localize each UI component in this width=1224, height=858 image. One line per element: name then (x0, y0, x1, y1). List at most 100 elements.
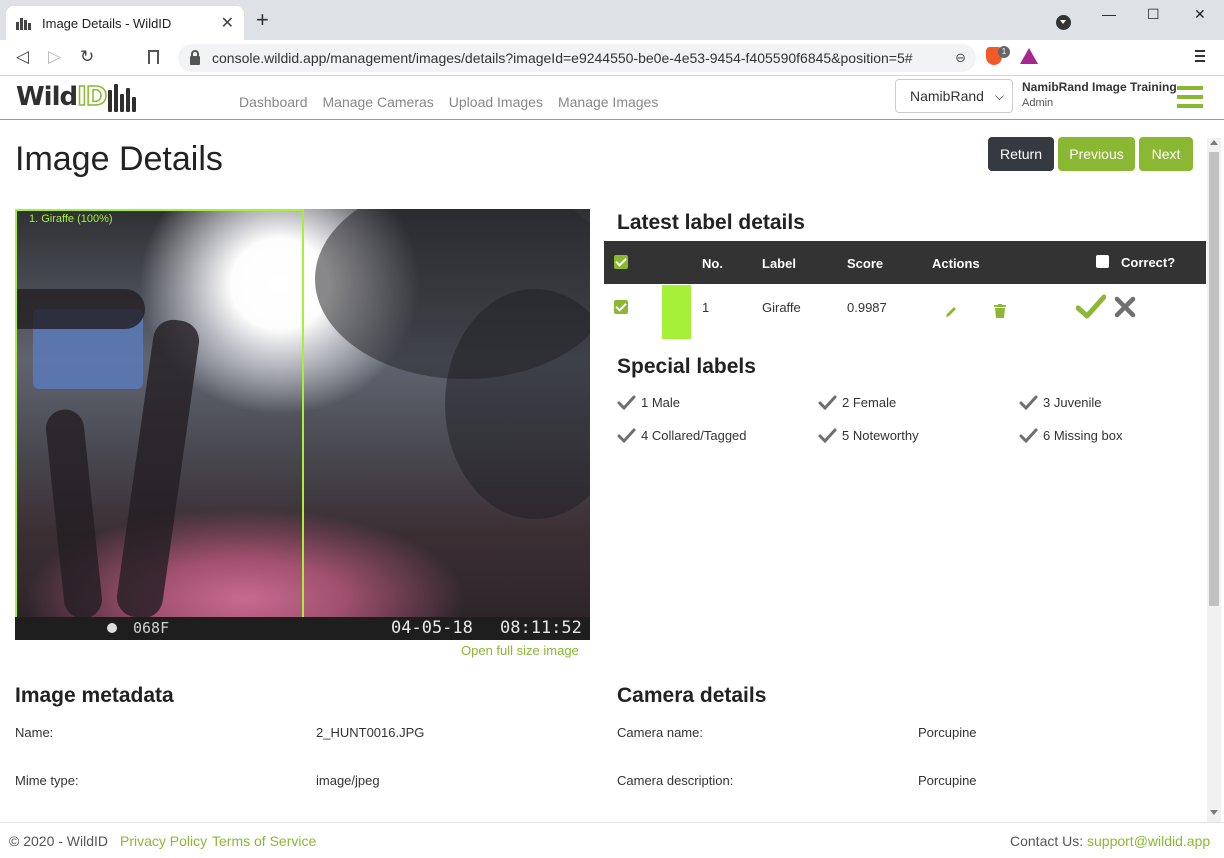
reload-icon[interactable]: ↻ (80, 47, 94, 67)
logo-wild-text: Wild (16, 82, 78, 112)
camera-name-label: Camera name: (617, 725, 703, 740)
terms-of-service-link[interactable]: Terms of Service (212, 833, 316, 849)
nav-dashboard[interactable]: Dashboard (239, 94, 308, 110)
image-metadata-title: Image metadata (15, 684, 174, 707)
special-label-male[interactable]: 1 Male (617, 395, 680, 410)
chevron-down-icon: ⌵ (994, 89, 1004, 103)
tab-close-icon[interactable]: ✕ (221, 13, 234, 33)
meta-name-value: 2_HUNT0016.JPG (316, 725, 425, 740)
bounding-box-label: 1. Giraffe (100%) (29, 213, 113, 225)
check-icon (617, 428, 636, 443)
page-title: Image Details (15, 140, 223, 178)
mark-incorrect-x-icon[interactable] (1114, 296, 1136, 318)
support-email-link[interactable]: support@wildid.app (1087, 833, 1210, 849)
address-bar[interactable]: console.wildid.app/management/images/det… (178, 44, 976, 72)
special-labels-title: Special labels (617, 355, 756, 378)
brave-badge: 1 (998, 46, 1010, 58)
meta-name-label: Name: (15, 725, 54, 740)
moon-phase-icon (107, 623, 117, 633)
label-color-swatch (662, 285, 691, 339)
page-scrollbar[interactable] (1207, 138, 1221, 822)
bounding-box[interactable]: 1. Giraffe (100%) (15, 209, 304, 624)
organization-select-value: NamibRand (910, 88, 984, 104)
col-actions: Actions (932, 256, 980, 271)
scroll-thumb[interactable] (1209, 152, 1219, 606)
browser-tab[interactable]: Image Details - WildID ✕ (6, 6, 244, 40)
url-text[interactable]: console.wildid.app/management/images/det… (212, 50, 913, 66)
browser-menu-icon[interactable] (1195, 50, 1205, 65)
special-label-text: 5 Noteworthy (842, 428, 919, 443)
return-button[interactable]: Return (988, 137, 1054, 171)
scroll-up-icon[interactable] (1210, 140, 1218, 145)
labels-table-header: No. Label Score Actions Correct? (604, 241, 1206, 284)
check-icon (1019, 395, 1038, 410)
back-icon[interactable]: ◁ (16, 47, 29, 67)
bookmark-icon[interactable] (148, 50, 159, 64)
wildid-logo[interactable]: Wild ID (16, 81, 137, 113)
camera-description-label: Camera description: (617, 773, 734, 788)
user-role: Admin (1022, 97, 1054, 109)
edit-pencil-icon[interactable] (944, 305, 958, 319)
special-label-noteworthy[interactable]: 5 Noteworthy (818, 428, 919, 443)
col-label: Label (762, 256, 796, 271)
check-icon (1019, 428, 1038, 443)
tab-title: Image Details - WildID (42, 15, 172, 31)
special-label-female[interactable]: 2 Female (818, 395, 896, 410)
wildid-favicon-icon (16, 16, 32, 30)
check-icon (818, 395, 837, 410)
main-nav: Dashboard Manage Cameras Upload Images M… (239, 94, 658, 110)
meta-mime-label: Mime type: (15, 773, 79, 788)
capture-date: 04-05-18 (391, 618, 473, 638)
privacy-policy-link[interactable]: Privacy Policy (120, 833, 207, 849)
col-score: Score (847, 256, 884, 271)
new-tab-button[interactable]: + (256, 9, 269, 31)
zoom-icon[interactable]: ⊖ (955, 50, 966, 66)
logo-id-text: ID (76, 81, 108, 113)
camera-details-title: Camera details (617, 684, 767, 707)
organization-select[interactable]: NamibRand ⌵ (895, 79, 1013, 113)
tab-search-icon[interactable] (1056, 15, 1071, 30)
nav-manage-images[interactable]: Manage Images (558, 94, 658, 110)
col-correct: Correct? (1121, 255, 1176, 270)
maximize-button[interactable]: ☐ (1147, 6, 1160, 23)
select-all-checkbox[interactable] (614, 255, 628, 269)
copyright: © 2020 - WildID (9, 833, 109, 849)
special-label-collared[interactable]: 4 Collared/Tagged (617, 428, 747, 443)
open-full-size-link[interactable]: Open full size image (461, 643, 579, 658)
trash-icon[interactable] (994, 304, 1006, 318)
camera-trap-image[interactable]: 1. Giraffe (100%) 068F 04-05-18 08:11:52 (15, 209, 590, 640)
special-label-missing-box[interactable]: 6 Missing box (1019, 428, 1122, 443)
browser-tabstrip: Image Details - WildID ✕ + — ☐ ✕ (0, 0, 1224, 40)
special-label-text: 1 Male (641, 395, 681, 410)
close-window-button[interactable]: ✕ (1194, 6, 1206, 23)
special-label-juvenile[interactable]: 3 Juvenile (1019, 395, 1102, 410)
labels-table: No. Label Score Actions Correct? 1 Giraf… (604, 241, 1206, 342)
scroll-down-icon[interactable] (1210, 810, 1218, 815)
brave-rewards-icon[interactable] (1020, 48, 1038, 64)
hamburger-menu-icon[interactable] (1177, 86, 1203, 113)
correct-all-checkbox[interactable] (1096, 255, 1109, 268)
meta-mime-value: image/jpeg (316, 773, 380, 788)
page-footer: © 2020 - WildID Privacy Policy Terms of … (0, 822, 1224, 858)
minimize-button[interactable]: — (1102, 6, 1116, 22)
next-button[interactable]: Next (1139, 137, 1193, 171)
mark-correct-check-icon[interactable] (1076, 294, 1106, 320)
organization-name: NamibRand Image Training (1022, 80, 1177, 94)
previous-button[interactable]: Previous (1058, 137, 1135, 171)
row-label: Giraffe (762, 300, 801, 315)
capture-time: 08:11:52 (500, 618, 582, 638)
forward-icon[interactable]: ▷ (48, 47, 61, 67)
logo-animals-icon (108, 82, 137, 112)
special-label-text: 6 Missing box (1043, 428, 1123, 443)
browser-toolbar: ◁ ▷ ↻ console.wildid.app/management/imag… (0, 40, 1224, 76)
lock-icon (190, 49, 200, 65)
nav-manage-cameras[interactable]: Manage Cameras (323, 94, 434, 110)
camera-info-bar: 068F 04-05-18 08:11:52 (15, 617, 590, 640)
nav-upload-images[interactable]: Upload Images (449, 94, 543, 110)
check-icon (617, 395, 636, 410)
row-checkbox[interactable] (614, 300, 628, 314)
check-icon (818, 428, 837, 443)
col-no: No. (702, 256, 723, 271)
temperature: 068F (133, 619, 170, 637)
row-score: 0.9987 (847, 300, 887, 315)
